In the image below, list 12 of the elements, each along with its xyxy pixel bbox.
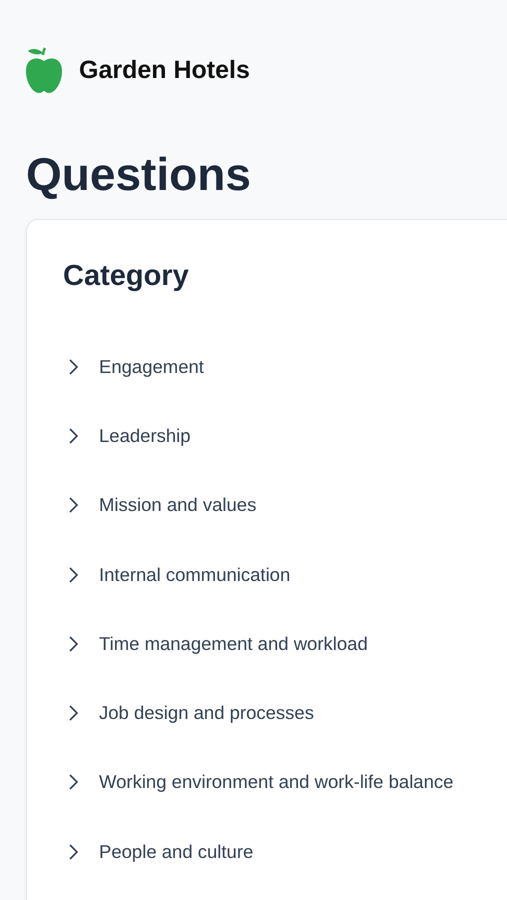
page-title: Questions bbox=[26, 147, 252, 201]
category-item[interactable]: Engagement bbox=[63, 356, 204, 378]
category-item[interactable]: Working environment and work-life balance bbox=[63, 771, 454, 794]
category-item[interactable]: Job design and processes bbox=[63, 702, 314, 724]
category-item[interactable]: Mission and values bbox=[63, 494, 256, 516]
category-item[interactable]: Leadership bbox=[63, 424, 191, 447]
apple-logo-icon bbox=[25, 47, 63, 93]
category-heading: Category bbox=[63, 259, 190, 294]
category-item[interactable]: People and culture bbox=[63, 840, 254, 863]
brand-name: Garden Hotels bbox=[79, 56, 250, 84]
category-item[interactable]: Internal communication bbox=[63, 564, 290, 586]
category-item[interactable]: Time management and workload bbox=[63, 632, 368, 655]
